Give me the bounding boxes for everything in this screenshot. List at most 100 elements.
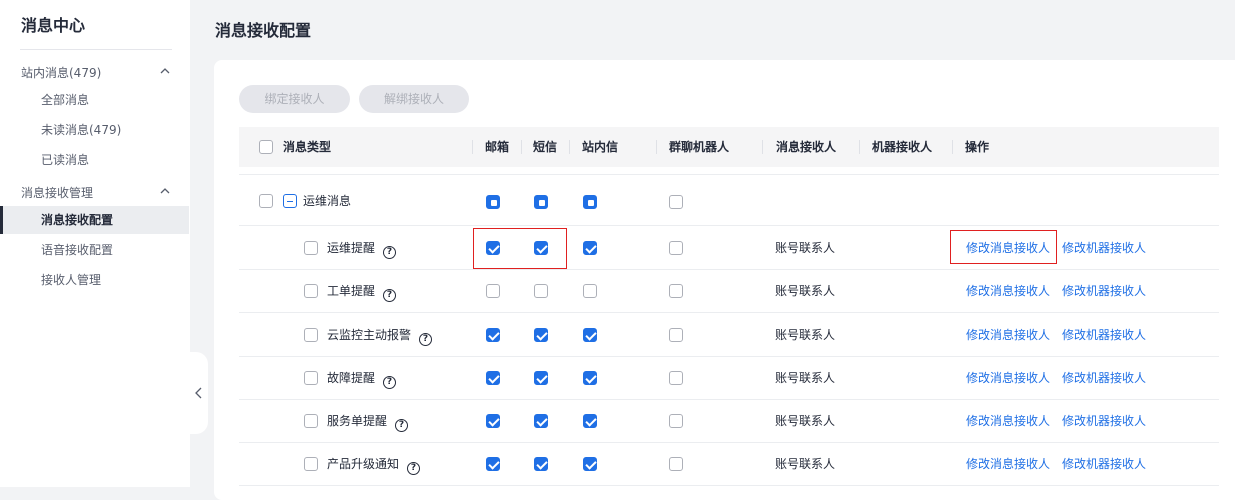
modify-bot-receiver-link[interactable]: 修改机器接收人 <box>1062 327 1146 343</box>
group-label: 运维消息 <box>303 194 352 208</box>
inbox-checkbox[interactable] <box>583 370 597 385</box>
row-divider <box>239 269 1219 270</box>
modify-bot-receiver-link[interactable]: 修改机器接收人 <box>1062 370 1146 386</box>
group-bot-checkbox[interactable] <box>669 195 683 209</box>
group-bot-checkbox[interactable] <box>669 240 683 255</box>
header-separator <box>952 140 953 154</box>
inbox-checkbox[interactable] <box>583 456 597 471</box>
message-type-name: 运维提醒? <box>327 240 397 259</box>
question-circle-icon[interactable]: ? <box>383 375 397 389</box>
group-bot-checkbox[interactable] <box>669 370 683 385</box>
header-inbox: 站内信 <box>582 140 619 154</box>
collapse-group-icon[interactable] <box>283 194 297 208</box>
header-email: 邮箱 <box>485 140 510 154</box>
message-receiver: 账号联系人 <box>775 327 836 342</box>
sms-checkbox[interactable] <box>534 370 548 385</box>
sms-checkbox[interactable] <box>534 283 548 298</box>
inbox-checkbox[interactable] <box>583 240 597 255</box>
question-circle-icon[interactable]: ? <box>383 288 397 302</box>
highlight-modify-receiver-box <box>950 230 1057 264</box>
header-message-type: 消息类型 <box>283 140 332 154</box>
modify-message-receiver-link[interactable]: 修改消息接收人 <box>966 327 1050 343</box>
modify-bot-receiver-link[interactable]: 修改机器接收人 <box>1062 456 1146 472</box>
sidebar-group-inbox[interactable]: 站内消息(479) <box>21 64 101 81</box>
message-receiver: 账号联系人 <box>775 370 836 385</box>
group-bot-checkbox[interactable] <box>669 283 683 298</box>
header-separator <box>859 140 860 154</box>
sidebar-group-receive-management[interactable]: 消息接收管理 <box>21 184 93 201</box>
header-message-receiver: 消息接收人 <box>776 140 837 154</box>
row-checkbox[interactable] <box>304 283 318 298</box>
row-divider <box>239 442 1219 443</box>
group-row-checkbox[interactable] <box>259 194 273 208</box>
sidebar-item-receive-config[interactable]: 消息接收配置 <box>0 206 189 234</box>
modify-bot-receiver-link[interactable]: 修改机器接收人 <box>1062 283 1146 299</box>
row-divider <box>239 356 1219 357</box>
sms-checkbox[interactable] <box>534 456 548 471</box>
group-sms-checkbox[interactable] <box>534 195 548 209</box>
email-checkbox[interactable] <box>486 283 500 298</box>
modify-message-receiver-link[interactable]: 修改消息接收人 <box>966 456 1050 472</box>
group-bot-checkbox[interactable] <box>669 456 683 471</box>
modify-message-receiver-link[interactable]: 修改消息接收人 <box>966 370 1050 386</box>
sidebar-collapse-handle[interactable] <box>190 352 208 434</box>
message-type-name: 工单提醒? <box>327 283 397 302</box>
chevron-left-icon <box>195 387 202 399</box>
row-checkbox[interactable] <box>304 240 318 255</box>
sms-checkbox[interactable] <box>534 413 548 428</box>
message-receiver: 账号联系人 <box>775 456 836 471</box>
email-checkbox[interactable] <box>486 370 500 385</box>
sidebar: 消息中心 站内消息(479) 全部消息 未读消息(479) 已读消息 消息接收管… <box>0 0 190 487</box>
sidebar-item-voice-config[interactable]: 语音接收配置 <box>0 236 189 264</box>
message-type-name: 云监控主动报警? <box>327 327 433 346</box>
modify-bot-receiver-link[interactable]: 修改机器接收人 <box>1062 413 1146 429</box>
row-checkbox[interactable] <box>304 370 318 385</box>
inbox-checkbox[interactable] <box>583 327 597 342</box>
bind-receiver-button[interactable]: 绑定接收人 <box>239 85 350 113</box>
page-title: 消息接收配置 <box>215 21 312 40</box>
question-circle-icon[interactable]: ? <box>395 418 409 432</box>
message-type-name: 产品升级通知? <box>327 456 421 475</box>
header-actions: 操作 <box>965 140 990 154</box>
chevron-up-icon[interactable] <box>159 185 171 197</box>
question-circle-icon[interactable]: ? <box>419 332 433 346</box>
row-checkbox[interactable] <box>304 413 318 428</box>
inbox-checkbox[interactable] <box>583 413 597 428</box>
group-inbox-checkbox[interactable] <box>583 195 597 209</box>
header-separator <box>656 140 657 154</box>
message-receiver: 账号联系人 <box>775 413 836 428</box>
email-checkbox[interactable] <box>486 413 500 428</box>
row-divider <box>239 225 1219 226</box>
modify-message-receiver-link[interactable]: 修改消息接收人 <box>966 413 1050 429</box>
header-separator <box>762 140 763 154</box>
header-separator <box>521 140 522 154</box>
highlight-email-sms-box <box>473 228 567 269</box>
header-separator <box>472 140 473 154</box>
row-divider <box>239 399 1219 400</box>
email-checkbox[interactable] <box>486 327 500 342</box>
question-circle-icon[interactable]: ? <box>383 245 397 259</box>
row-checkbox[interactable] <box>304 456 318 471</box>
row-checkbox[interactable] <box>304 327 318 342</box>
email-checkbox[interactable] <box>486 456 500 471</box>
sidebar-item-unread-messages[interactable]: 未读消息(479) <box>0 116 189 144</box>
group-bot-checkbox[interactable] <box>669 413 683 428</box>
unbind-receiver-button[interactable]: 解绑接收人 <box>359 85 469 113</box>
sidebar-item-receiver-management[interactable]: 接收人管理 <box>0 266 189 294</box>
inbox-checkbox[interactable] <box>583 283 597 298</box>
chevron-up-icon[interactable] <box>159 65 171 77</box>
header-group-bot: 群聊机器人 <box>669 140 730 154</box>
sidebar-item-read-messages[interactable]: 已读消息 <box>0 146 189 174</box>
group-bot-checkbox[interactable] <box>669 327 683 342</box>
message-receiver: 账号联系人 <box>775 240 836 255</box>
modify-message-receiver-link[interactable]: 修改消息接收人 <box>966 283 1050 299</box>
sidebar-item-all-messages[interactable]: 全部消息 <box>0 86 189 114</box>
content-card <box>214 60 1235 500</box>
question-circle-icon[interactable]: ? <box>407 461 421 475</box>
group-email-checkbox[interactable] <box>486 195 500 209</box>
row-divider <box>239 312 1219 313</box>
modify-bot-receiver-link[interactable]: 修改机器接收人 <box>1062 240 1146 256</box>
sms-checkbox[interactable] <box>534 327 548 342</box>
message-type-name: 服务单提醒? <box>327 413 409 432</box>
select-all-checkbox[interactable] <box>259 140 273 154</box>
